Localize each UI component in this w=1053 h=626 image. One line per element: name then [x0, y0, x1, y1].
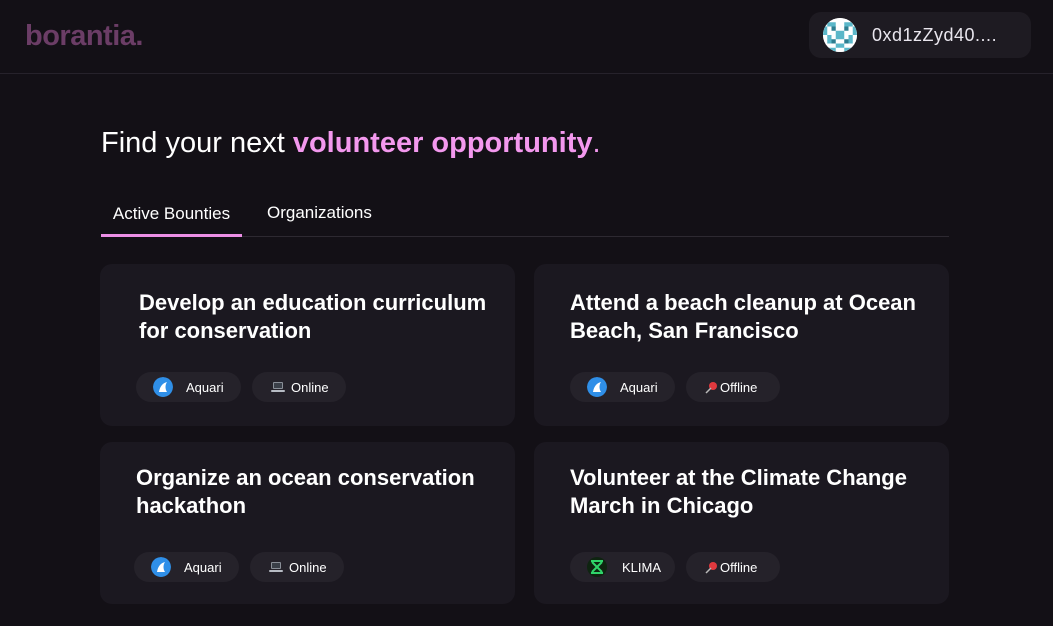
aquari-fin-icon: [587, 377, 607, 397]
bounty-title: Attend a beach cleanup at Ocean Beach, S…: [570, 290, 916, 343]
identicon-icon: [823, 18, 857, 52]
title-accent: volunteer opportunity: [292, 127, 593, 159]
title-suffix: .: [592, 127, 601, 159]
aquari-fin-icon: [151, 557, 171, 577]
app-logo[interactable]: borantia.: [25, 20, 143, 53]
bounty-card[interactable]: Organize an ocean conservation hackathon…: [100, 442, 515, 604]
mode-label: Offline: [720, 379, 758, 395]
mode-tag: Online: [250, 552, 344, 582]
aquari-fin-icon: [153, 377, 173, 397]
wallet-avatar: [823, 18, 857, 52]
org-tag[interactable]: Aquari: [570, 372, 675, 402]
org-tag[interactable]: Aquari: [136, 372, 241, 402]
tab-bar: Active Bounties Organizations: [101, 196, 949, 237]
org-name: Aquari: [186, 379, 224, 395]
org-tag[interactable]: Aquari: [134, 552, 239, 582]
wallet-button[interactable]: 0xd1zZyd40....: [809, 12, 1031, 58]
title-prefix: Find your next: [101, 127, 293, 159]
org-name: Aquari: [620, 379, 658, 395]
bounty-card[interactable]: Develop an education curriculum for cons…: [100, 264, 515, 426]
mode-label: Online: [291, 379, 329, 395]
bounty-card[interactable]: Attend a beach cleanup at Ocean Beach, S…: [534, 264, 949, 426]
pushpin-icon: [705, 381, 718, 394]
mode-tag: Online: [252, 372, 346, 402]
mode-tag: Offline: [686, 372, 780, 402]
mode-label: Online: [289, 559, 327, 575]
org-name: Aquari: [184, 559, 222, 575]
wallet-address: 0xd1zZyd40....: [872, 24, 998, 45]
org-tag[interactable]: KLIMA: [570, 552, 675, 582]
top-bar: borantia. 0xd1zZyd40....: [0, 0, 1053, 74]
mode-label: Offline: [720, 559, 758, 575]
bounty-title: Develop an education curriculum for cons…: [139, 290, 487, 343]
mode-tag: Offline: [686, 552, 780, 582]
bounty-card[interactable]: Volunteer at the Climate Change March in…: [534, 442, 949, 604]
page-title: Find your next volunteer opportunity.: [101, 127, 601, 160]
bounty-title: Organize an ocean conservation hackathon: [136, 465, 475, 518]
laptop-icon: [271, 381, 285, 393]
laptop-icon: [269, 561, 283, 573]
tab-active-bounties[interactable]: Active Bounties: [101, 196, 242, 237]
bounty-title: Volunteer at the Climate Change March in…: [570, 465, 907, 518]
pushpin-icon: [705, 561, 718, 574]
org-name: KLIMA: [622, 559, 662, 575]
tab-organizations[interactable]: Organizations: [267, 196, 372, 237]
klima-logo-icon: [587, 557, 607, 577]
